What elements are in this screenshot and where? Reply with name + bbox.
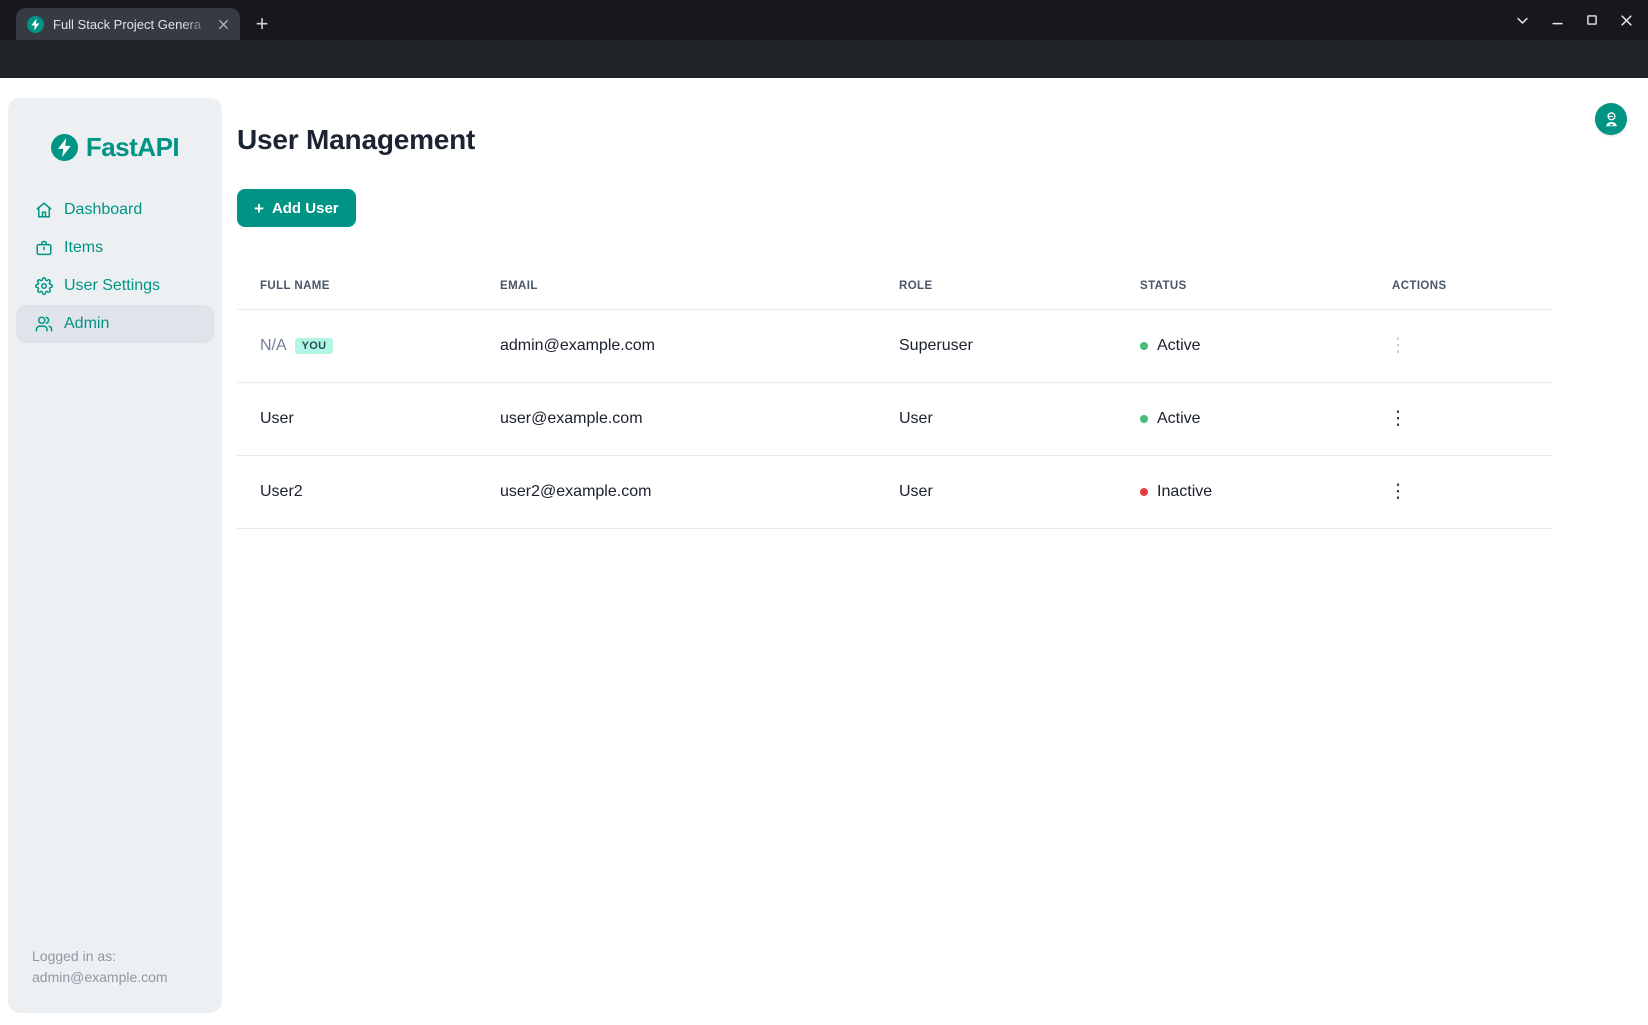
briefcase-icon: [35, 239, 53, 257]
status-dot: [1140, 488, 1148, 496]
column-header-role: ROLE: [899, 280, 1140, 292]
cell-role: User: [899, 483, 1140, 501]
row-actions-menu-button[interactable]: ⋮: [1386, 482, 1410, 501]
cell-status: Inactive: [1140, 483, 1372, 501]
you-badge: YOU: [295, 338, 334, 354]
sidebar-item-label: Dashboard: [64, 201, 142, 219]
table-row: User2 user2@example.com User Inactive ⋮: [237, 456, 1552, 529]
sidebar-item-user-settings[interactable]: User Settings: [16, 267, 214, 305]
sidebar-nav: Dashboard Items User Settings Admin: [8, 191, 222, 343]
column-header-status: STATUS: [1140, 280, 1372, 292]
table-row: User user@example.com User Active ⋮: [237, 383, 1552, 456]
tab-title: Full Stack Project Genera: [53, 17, 214, 32]
status-dot: [1140, 415, 1148, 423]
add-user-label: Add User: [272, 200, 339, 217]
cell-role: Superuser: [899, 337, 1140, 355]
plus-icon: +: [254, 200, 264, 217]
cell-actions: ⋮: [1372, 336, 1552, 356]
cell-full-name: User2: [237, 483, 500, 501]
browser-toolbar: i localhost/admin 1: [0, 40, 1648, 78]
cell-email: user@example.com: [500, 410, 899, 428]
minimize-button[interactable]: [1550, 13, 1565, 28]
table-row: N/AYOU admin@example.com Superuser Activ…: [237, 310, 1552, 383]
tab-close-icon[interactable]: [214, 15, 232, 33]
column-header-actions: ACTIONS: [1372, 280, 1552, 292]
new-tab-button[interactable]: +: [247, 9, 277, 39]
tab-strip: Full Stack Project Genera +: [0, 0, 1648, 40]
sidebar-item-label: Items: [64, 239, 103, 257]
cell-email: admin@example.com: [500, 337, 899, 355]
cell-actions: ⋮: [1372, 482, 1552, 502]
add-user-button[interactable]: + Add User: [237, 189, 356, 227]
row-actions-menu-button[interactable]: ⋮: [1386, 409, 1410, 428]
status-dot: [1140, 342, 1148, 350]
sidebar-item-admin[interactable]: Admin: [16, 305, 214, 343]
user-astronaut-icon: [1602, 110, 1621, 129]
sidebar-item-items[interactable]: Items: [16, 229, 214, 267]
sidebar-item-dashboard[interactable]: Dashboard: [16, 191, 214, 229]
gear-icon: [35, 277, 53, 295]
cell-status: Active: [1140, 337, 1372, 355]
sidebar: FastAPI Dashboard Items User Settings Ad…: [8, 98, 222, 1013]
table-header-row: FULL NAME EMAIL ROLE STATUS ACTIONS: [237, 262, 1552, 310]
cell-email: user2@example.com: [500, 483, 899, 501]
sidebar-item-label: Admin: [64, 315, 109, 333]
fastapi-logo: FastAPI: [8, 132, 222, 163]
home-icon: [35, 201, 53, 219]
column-header-full-name: FULL NAME: [237, 280, 500, 292]
logged-in-as: Logged in as: admin@example.com: [32, 946, 168, 988]
sidebar-item-label: User Settings: [64, 277, 160, 295]
user-menu-button[interactable]: [1595, 103, 1627, 135]
cell-full-name: N/AYOU: [237, 337, 500, 355]
page-title: User Management: [237, 124, 475, 156]
column-header-email: EMAIL: [500, 280, 899, 292]
cell-role: User: [899, 410, 1140, 428]
logged-in-email: admin@example.com: [32, 967, 168, 988]
maximize-button[interactable]: [1585, 13, 1599, 27]
browser-tab[interactable]: Full Stack Project Genera: [16, 8, 240, 40]
cell-actions: ⋮: [1372, 409, 1552, 429]
logged-in-label: Logged in as:: [32, 946, 168, 967]
fastapi-bolt-icon: [51, 134, 78, 161]
chevron-down-icon[interactable]: [1515, 13, 1530, 28]
cell-full-name: User: [237, 410, 500, 428]
users-table: FULL NAME EMAIL ROLE STATUS ACTIONS N/AY…: [237, 262, 1552, 529]
row-actions-menu-button[interactable]: ⋮: [1386, 336, 1410, 355]
users-icon: [35, 315, 53, 333]
logo-text: FastAPI: [86, 132, 179, 163]
cell-status: Active: [1140, 410, 1372, 428]
page-content: FastAPI Dashboard Items User Settings Ad…: [0, 78, 1648, 1025]
fastapi-favicon-icon: [27, 16, 44, 33]
close-window-button[interactable]: [1619, 13, 1634, 28]
